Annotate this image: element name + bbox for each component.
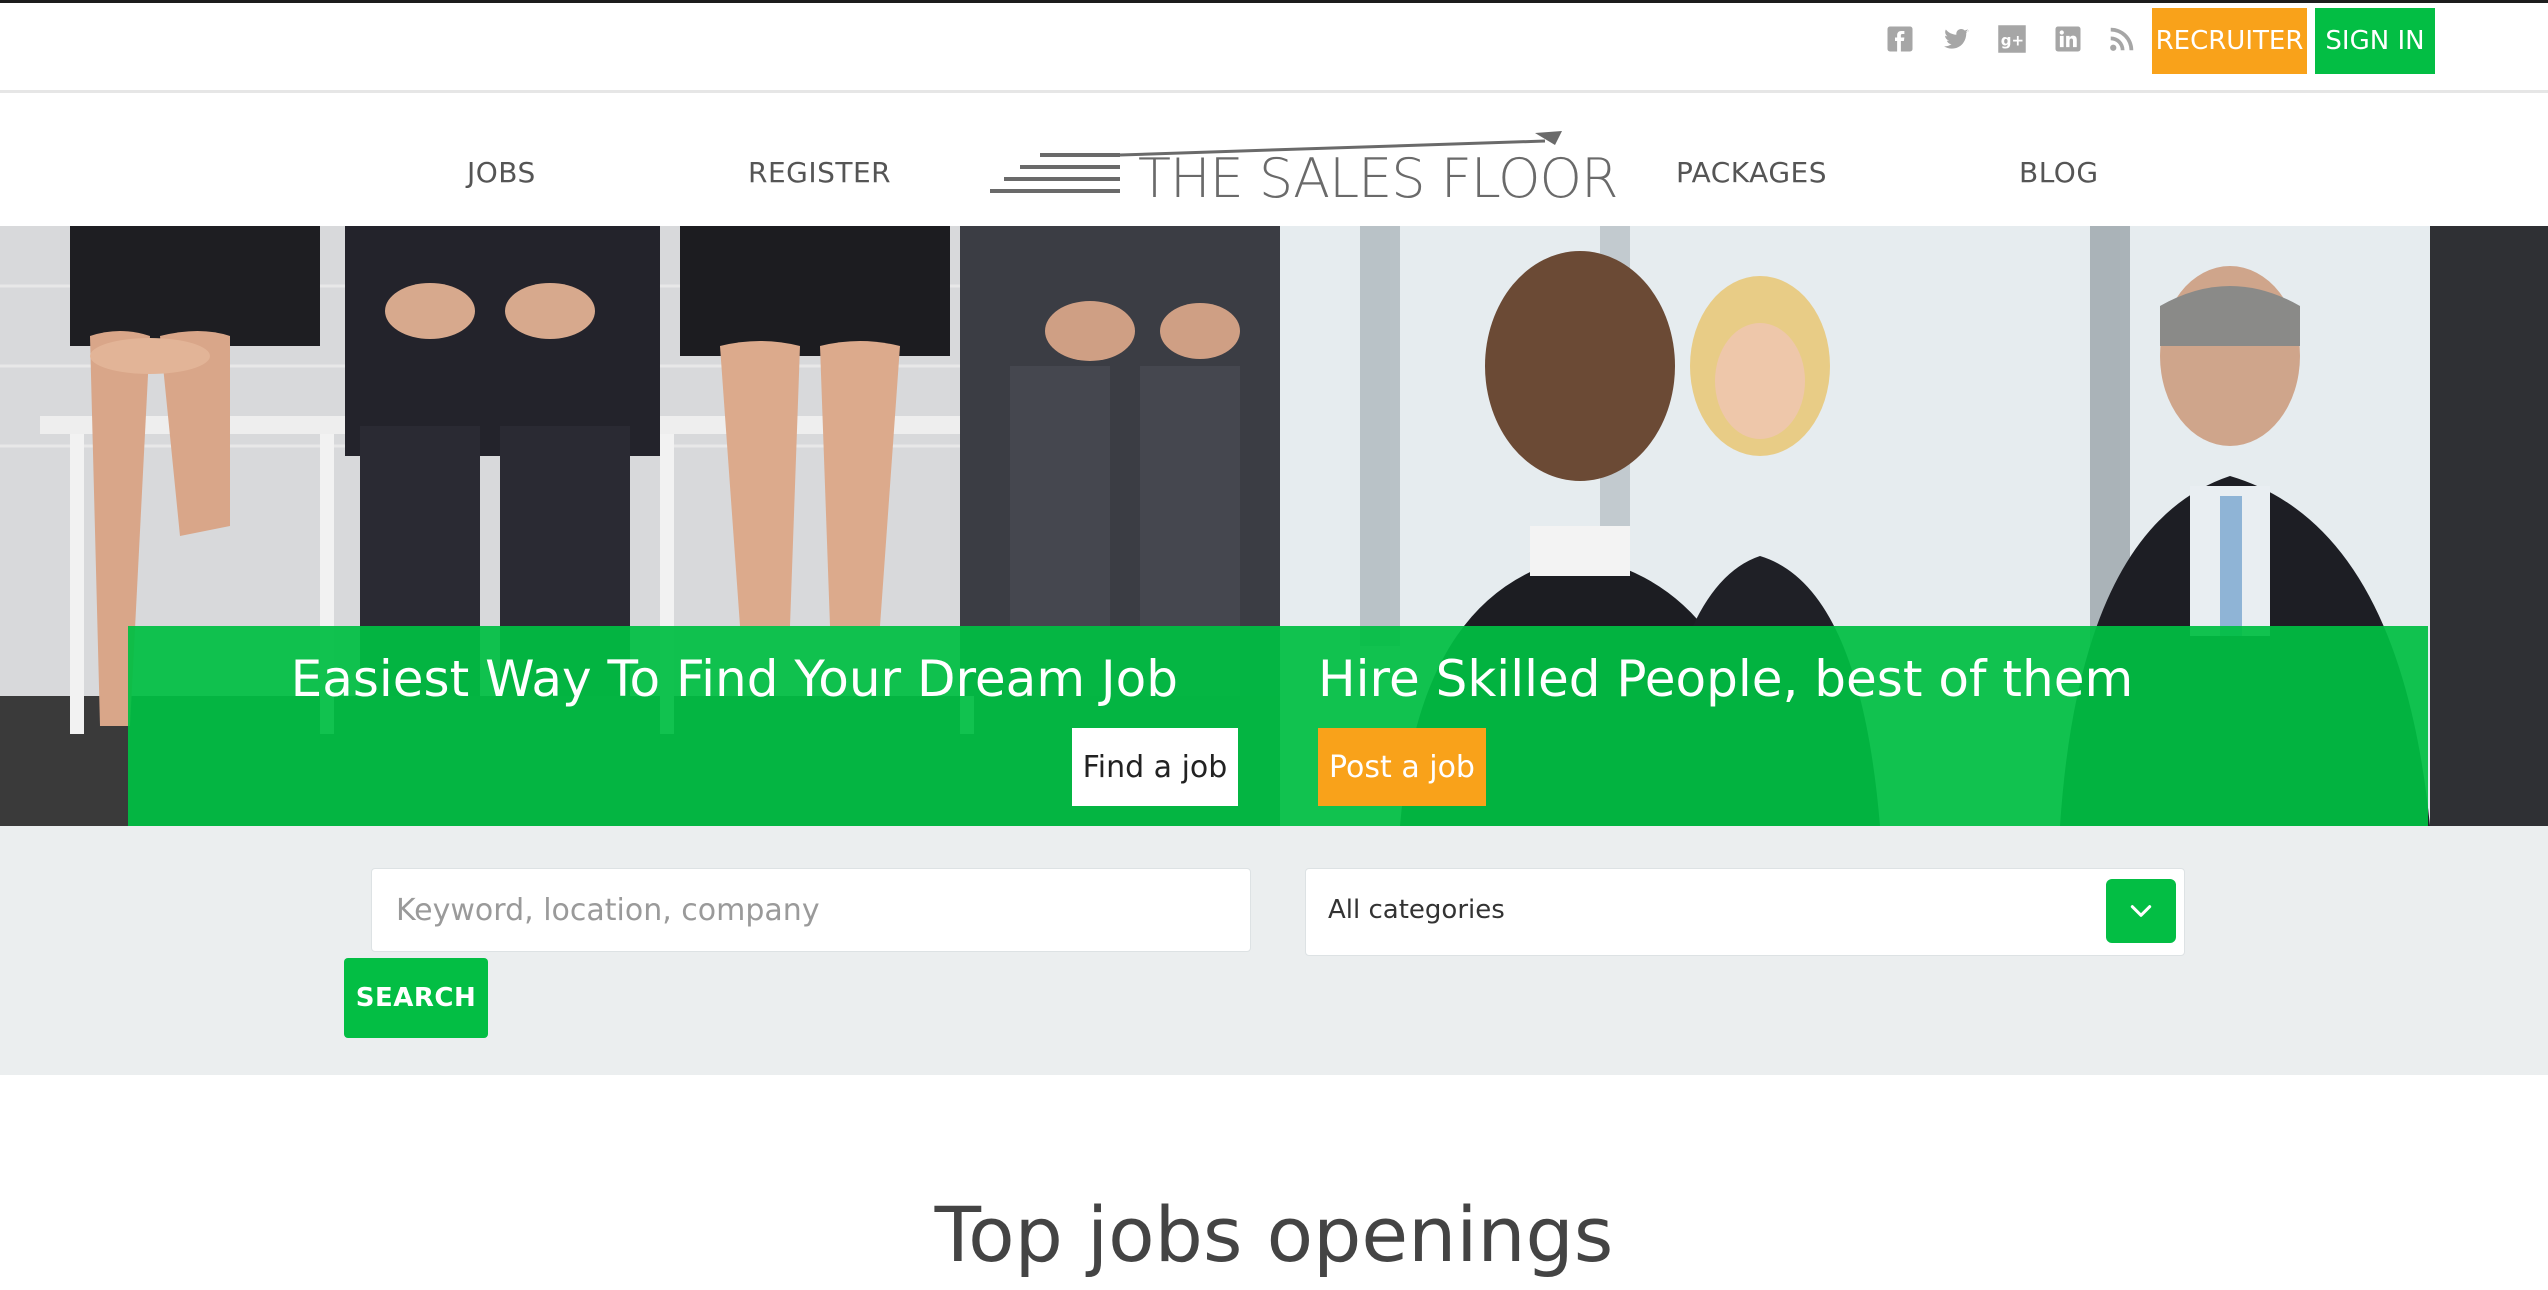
facebook-icon[interactable] bbox=[1882, 21, 1918, 57]
site-logo[interactable]: THE SALES FLOOR bbox=[990, 131, 1618, 211]
svg-text:g+: g+ bbox=[2001, 31, 2024, 49]
nav-blog[interactable]: BLOG bbox=[2019, 156, 2099, 189]
section-title: Top jobs openings bbox=[934, 1190, 1614, 1279]
chevron-down-icon[interactable] bbox=[2106, 879, 2176, 943]
rss-icon[interactable] bbox=[2104, 21, 2140, 57]
hero-left-title: Easiest Way To Find Your Dream Job bbox=[290, 650, 1178, 708]
main-nav: JOBS REGISTER THE SALES FLOOR PACKAGES B… bbox=[0, 96, 2548, 226]
category-select-value: All categories bbox=[1328, 895, 1505, 925]
logo-text: THE SALES FLOOR bbox=[1138, 147, 1618, 210]
keyword-search-input[interactable] bbox=[371, 868, 1251, 952]
nav-packages[interactable]: PACKAGES bbox=[1676, 156, 1827, 189]
nav-register[interactable]: REGISTER bbox=[748, 156, 891, 189]
hero: Easiest Way To Find Your Dream Job Find … bbox=[0, 226, 2548, 826]
linkedin-icon[interactable] bbox=[2050, 21, 2086, 57]
search-section: All categories SEARCH bbox=[0, 826, 2548, 1075]
sign-in-button[interactable]: SIGN IN bbox=[2315, 8, 2435, 74]
post-job-button[interactable]: Post a job bbox=[1318, 728, 1486, 806]
hero-right-title: Hire Skilled People, best of them bbox=[1318, 650, 2134, 708]
google-plus-icon[interactable]: g+ bbox=[1994, 21, 2030, 57]
recruiter-button[interactable]: RECRUITER bbox=[2152, 8, 2307, 74]
find-job-button[interactable]: Find a job bbox=[1072, 728, 1238, 806]
nav-jobs[interactable]: JOBS bbox=[467, 156, 536, 189]
search-button[interactable]: SEARCH bbox=[344, 958, 488, 1038]
utility-bar: g+ RECRUITER SIGN IN bbox=[0, 3, 2548, 93]
hero-banner: Easiest Way To Find Your Dream Job Find … bbox=[128, 626, 2428, 826]
category-select[interactable]: All categories bbox=[1305, 868, 2185, 956]
twitter-icon[interactable] bbox=[1938, 21, 1974, 57]
